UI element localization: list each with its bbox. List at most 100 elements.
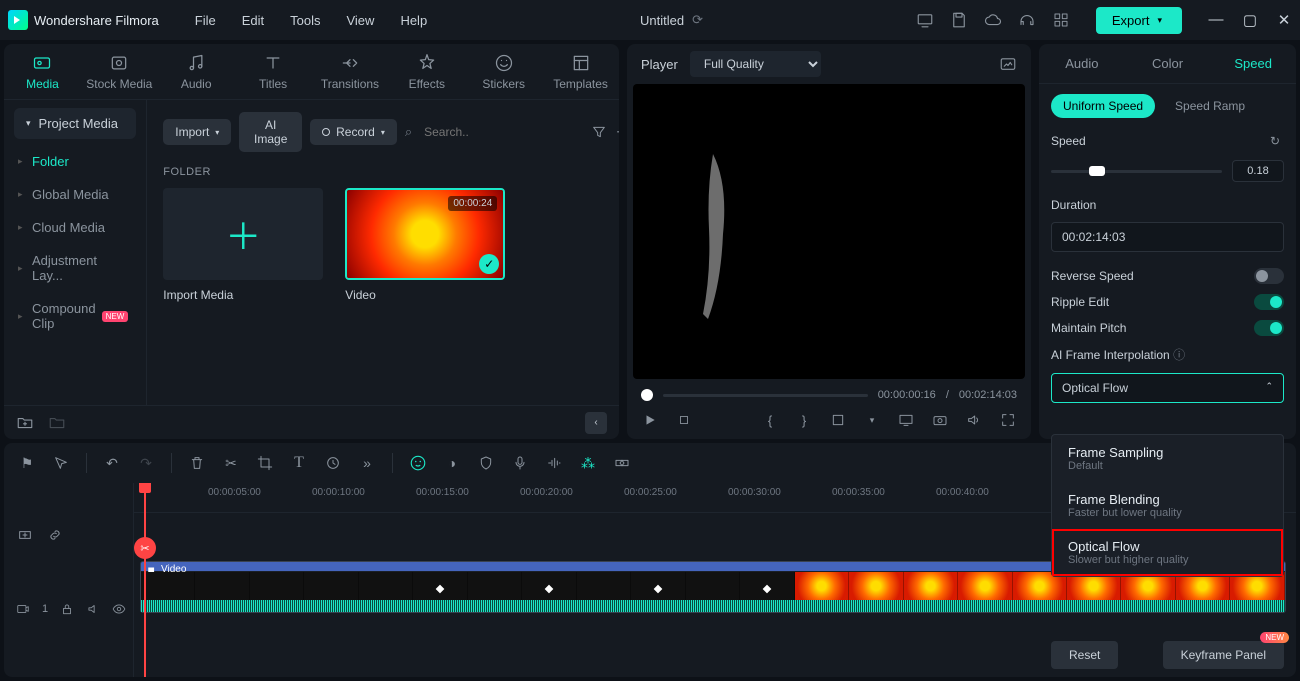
tab-stock-media[interactable]: Stock Media bbox=[81, 44, 158, 99]
uniform-speed-tab[interactable]: Uniform Speed bbox=[1051, 94, 1155, 118]
pitch-toggle[interactable] bbox=[1254, 320, 1284, 336]
duration-input[interactable]: 00:02:14:03 bbox=[1051, 222, 1284, 252]
project-media-toggle[interactable]: ▾Project Media bbox=[14, 108, 136, 139]
camera-icon[interactable] bbox=[931, 411, 949, 429]
snapshot-icon[interactable] bbox=[999, 55, 1017, 73]
import-media-slot[interactable]: ＋ Import Media bbox=[163, 188, 323, 302]
display-icon[interactable] bbox=[916, 11, 934, 29]
reverse-toggle[interactable] bbox=[1254, 268, 1284, 284]
speed-slider[interactable] bbox=[1051, 170, 1222, 173]
cursor-icon[interactable] bbox=[52, 454, 70, 472]
info-icon[interactable]: ⓘ bbox=[1173, 348, 1185, 362]
speed-ramp-tab[interactable]: Speed Ramp bbox=[1163, 94, 1257, 118]
mark-in-button[interactable]: { bbox=[761, 411, 779, 429]
sidebar-item-folder[interactable]: Folder bbox=[4, 145, 146, 178]
crop-button[interactable] bbox=[256, 454, 274, 472]
reset-speed-icon[interactable]: ↻ bbox=[1266, 132, 1284, 150]
scrubber[interactable] bbox=[663, 394, 868, 397]
clip-thumbnail[interactable]: 00:00:24 ✓ Video bbox=[345, 188, 505, 302]
audio-sync-icon[interactable] bbox=[545, 454, 563, 472]
sidebar-item-cloud-media[interactable]: Cloud Media bbox=[4, 211, 146, 244]
tab-audio[interactable]: Audio bbox=[158, 44, 235, 99]
record-button[interactable]: Record▾ bbox=[310, 119, 397, 145]
tab-media[interactable]: Media bbox=[4, 44, 81, 99]
ripple-toggle[interactable] bbox=[1254, 294, 1284, 310]
add-track-icon[interactable] bbox=[16, 526, 34, 544]
ratio-chevron-icon[interactable]: ▾ bbox=[863, 411, 881, 429]
mute-icon[interactable] bbox=[86, 600, 100, 618]
scrubber-handle[interactable] bbox=[641, 389, 653, 401]
menu-help[interactable]: Help bbox=[400, 13, 427, 28]
playhead-cut-icon[interactable]: ✂ bbox=[134, 537, 156, 559]
dd-optical-flow[interactable]: Optical FlowSlower but higher quality bbox=[1052, 529, 1283, 576]
play-button[interactable] bbox=[641, 411, 659, 429]
ai-interp-select[interactable]: Optical Flow⌃ bbox=[1051, 373, 1284, 403]
menu-view[interactable]: View bbox=[346, 13, 374, 28]
tab-effects[interactable]: Effects bbox=[388, 44, 465, 99]
more-icon[interactable]: ⋯ bbox=[615, 123, 619, 141]
menu-tools[interactable]: Tools bbox=[290, 13, 320, 28]
tab-titles[interactable]: Titles bbox=[235, 44, 312, 99]
new-folder-icon[interactable] bbox=[16, 414, 34, 432]
sidebar-item-global-media[interactable]: Global Media bbox=[4, 178, 146, 211]
menu-edit[interactable]: Edit bbox=[242, 13, 264, 28]
tab-audio[interactable]: Audio bbox=[1039, 44, 1125, 83]
sync-icon[interactable]: ⟳ bbox=[692, 12, 703, 28]
link-icon[interactable] bbox=[46, 526, 64, 544]
headphones-icon[interactable] bbox=[1018, 11, 1036, 29]
fullscreen-icon[interactable] bbox=[999, 411, 1017, 429]
lock-icon[interactable] bbox=[60, 600, 74, 618]
display-mode-icon[interactable] bbox=[897, 411, 915, 429]
cloud-icon[interactable] bbox=[984, 11, 1002, 29]
tab-templates[interactable]: Templates bbox=[542, 44, 619, 99]
tab-stickers[interactable]: Stickers bbox=[465, 44, 542, 99]
keyframe-icon[interactable] bbox=[613, 454, 631, 472]
import-button[interactable]: Import▾ bbox=[163, 119, 231, 145]
tab-speed[interactable]: Speed bbox=[1210, 44, 1296, 83]
filter-icon[interactable] bbox=[591, 123, 607, 141]
maximize-button[interactable]: ▢ bbox=[1242, 11, 1258, 29]
volume-icon[interactable] bbox=[965, 411, 983, 429]
mark-out-button[interactable]: } bbox=[795, 411, 813, 429]
tab-transitions[interactable]: Transitions bbox=[312, 44, 389, 99]
ai-face-icon[interactable] bbox=[409, 454, 427, 472]
speed-value[interactable]: 0.18 bbox=[1232, 160, 1284, 182]
split-button[interactable]: ✂ bbox=[222, 454, 240, 472]
speed-icon[interactable] bbox=[324, 454, 342, 472]
video-track-icon[interactable] bbox=[16, 600, 30, 618]
apps-icon[interactable] bbox=[1052, 11, 1070, 29]
export-button[interactable]: Export▾ bbox=[1096, 7, 1182, 34]
menu-file[interactable]: File bbox=[195, 13, 216, 28]
collapse-sidebar-button[interactable]: ‹ bbox=[585, 412, 607, 434]
playhead[interactable]: ✂ bbox=[144, 483, 146, 677]
more-tools-icon[interactable]: » bbox=[358, 454, 376, 472]
sidebar-item-compound[interactable]: Compound ClipNEW bbox=[4, 292, 146, 340]
quality-select[interactable]: Full Quality bbox=[690, 51, 821, 77]
speed-label: Speed bbox=[1051, 134, 1086, 148]
dd-frame-blending[interactable]: Frame BlendingFaster but lower quality bbox=[1052, 482, 1283, 529]
marker-flag-icon[interactable]: ⚑ bbox=[18, 454, 36, 472]
player-stage[interactable] bbox=[633, 84, 1025, 379]
mic-icon[interactable] bbox=[511, 454, 529, 472]
dd-frame-sampling[interactable]: Frame SamplingDefault bbox=[1052, 435, 1283, 482]
tab-color[interactable]: Color bbox=[1125, 44, 1211, 83]
undo-button[interactable]: ↶ bbox=[103, 454, 121, 472]
magic-icon[interactable]: ⁂ bbox=[579, 454, 597, 472]
redo-button[interactable]: ↷ bbox=[137, 454, 155, 472]
plus-icon: ＋ bbox=[225, 208, 261, 260]
sidebar-item-adjustment[interactable]: Adjustment Lay... bbox=[4, 244, 146, 292]
ai-image-button[interactable]: AI Image bbox=[239, 112, 302, 152]
minimize-button[interactable]: — bbox=[1208, 11, 1224, 29]
save-icon[interactable] bbox=[950, 11, 968, 29]
text-button[interactable]: T bbox=[290, 454, 308, 472]
search-input[interactable] bbox=[420, 121, 583, 143]
delete-button[interactable] bbox=[188, 454, 206, 472]
close-button[interactable]: ✕ bbox=[1276, 11, 1292, 29]
color-wheel-icon[interactable]: ◑ bbox=[443, 454, 461, 472]
media-sidebar: ▾Project Media Folder Global Media Cloud… bbox=[4, 100, 147, 405]
stop-button[interactable] bbox=[675, 411, 693, 429]
visibility-icon[interactable] bbox=[112, 600, 126, 618]
trash-folder-icon[interactable] bbox=[48, 414, 66, 432]
shield-icon[interactable] bbox=[477, 454, 495, 472]
crop-ratio-icon[interactable] bbox=[829, 411, 847, 429]
